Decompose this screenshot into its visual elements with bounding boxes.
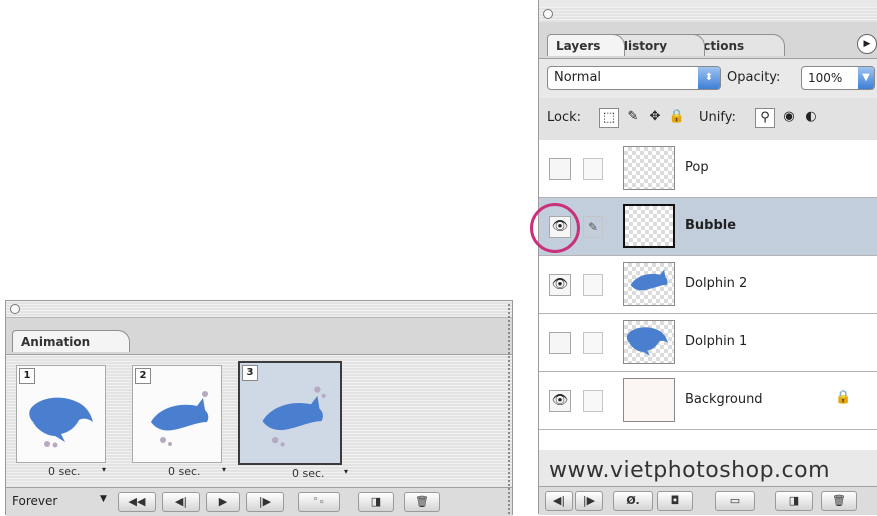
link-toggle[interactable] xyxy=(583,158,603,180)
unify-visibility-icon[interactable]: ◉ xyxy=(779,108,799,128)
link-toggle[interactable] xyxy=(583,274,603,296)
layer-thumbnail xyxy=(623,378,675,422)
next-frame-icon[interactable]: |▶ xyxy=(246,492,284,512)
layer-name: Dolphin 2 xyxy=(685,276,748,291)
link-toggle[interactable] xyxy=(583,390,603,412)
animation-frame-1[interactable]: 1 xyxy=(16,365,106,463)
lock-position-icon[interactable]: ✥ xyxy=(645,108,665,128)
opacity-label: Opacity: xyxy=(727,70,781,85)
lock-transparency-icon[interactable]: ⬚ xyxy=(599,108,619,128)
opacity-field[interactable]: 100% ▼ xyxy=(801,66,875,90)
layer-row-background[interactable]: 👁 Background 🔒 xyxy=(539,372,877,430)
chevron-down-icon: ▼ xyxy=(858,67,874,89)
layer-row-dolphin-2[interactable]: 👁 Dolphin 2 xyxy=(539,256,877,314)
tween-icon[interactable]: °∘ xyxy=(298,492,340,512)
lock-row: Lock: ⬚ ✎ ✥ 🔒 Unify: ⚲ ◉ ◐ xyxy=(539,98,877,141)
lock-label: Lock: xyxy=(547,110,582,125)
blend-mode-value: Normal xyxy=(554,70,602,85)
new-layer-icon[interactable]: ◨ xyxy=(775,491,813,511)
layer-thumbnail xyxy=(623,320,675,364)
dropdown-arrow-icon[interactable]: ▾ xyxy=(102,465,106,474)
palette-menu-icon[interactable]: ▶ xyxy=(857,34,877,54)
dropdown-arrow-icon[interactable]: ▾ xyxy=(344,467,348,476)
highlight-circle xyxy=(530,203,580,253)
first-frame-icon[interactable]: ◀◀ xyxy=(118,492,156,512)
trash-icon[interactable]: 🗑 xyxy=(821,491,857,511)
panel-edge xyxy=(508,304,510,514)
visibility-toggle[interactable] xyxy=(549,332,571,354)
blend-row: Normal ⬍ Opacity: 100% ▼ xyxy=(539,58,877,94)
brush-icon[interactable]: ✎ xyxy=(583,216,603,238)
lock-image-icon[interactable]: ✎ xyxy=(623,108,643,128)
layer-style-icon[interactable]: Ø. xyxy=(613,491,653,511)
layer-mask-icon[interactable]: ◘ xyxy=(657,491,693,511)
dolphin-thumbnail xyxy=(262,386,326,447)
play-icon[interactable]: ▶ xyxy=(206,492,240,512)
dolphin-thumbnail xyxy=(29,397,93,448)
dropdown-arrow-icon[interactable]: ▾ xyxy=(222,465,226,474)
frame-delay[interactable]: 0 sec. xyxy=(168,465,201,478)
dolphin-thumbnail xyxy=(151,391,209,446)
unify-style-icon[interactable]: ◐ xyxy=(801,108,821,128)
loop-option[interactable]: Forever xyxy=(12,494,57,508)
previous-frame-icon[interactable]: ◀| xyxy=(162,492,200,512)
dolphin-thumbnail xyxy=(630,269,668,291)
layer-thumbnail xyxy=(623,204,675,248)
layers-title-bar[interactable] xyxy=(539,7,877,22)
frame-number: 1 xyxy=(19,368,35,384)
tab-layers[interactable]: Layers xyxy=(547,34,625,56)
visibility-toggle[interactable] xyxy=(549,158,571,180)
animation-palette: Animation 1 0 sec. ▾ 2 0 sec. ▾ 3 0 sec.… xyxy=(5,300,513,516)
chevron-updown-icon: ⬍ xyxy=(698,67,720,89)
layer-name: Background xyxy=(685,392,763,407)
frame-number: 2 xyxy=(135,368,151,384)
opacity-value: 100% xyxy=(808,71,843,85)
layer-row-bubble[interactable]: 👁 ✎ Bubble xyxy=(539,198,877,256)
chevron-down-icon[interactable]: ▼ xyxy=(100,494,107,504)
frame-delay[interactable]: 0 sec. xyxy=(48,465,81,478)
trash-icon[interactable]: 🗑 xyxy=(404,492,440,512)
watermark: www.vietphotoshop.com xyxy=(549,458,831,483)
layers-toolbar: ◀| |▶ Ø. ◘ ▭ ◨ 🗑 xyxy=(539,486,877,515)
animation-frame-3[interactable]: 3 xyxy=(238,361,342,465)
layer-name: Bubble xyxy=(685,218,737,233)
duplicate-frame-icon[interactable]: ◨ xyxy=(358,492,394,512)
lock-icon: 🔒 xyxy=(835,390,852,405)
frames-area: 1 0 sec. ▾ 2 0 sec. ▾ 3 0 sec. ▾ xyxy=(6,355,512,483)
close-icon[interactable] xyxy=(10,304,20,314)
next-frame-icon[interactable]: |▶ xyxy=(575,491,603,511)
layer-thumbnail xyxy=(623,146,675,190)
animation-frame-2[interactable]: 2 xyxy=(132,365,222,463)
new-group-icon[interactable]: ▭ xyxy=(715,491,755,511)
eye-icon[interactable]: 👁 xyxy=(549,274,571,296)
animation-toolbar: Forever ▼ ◀◀ ◀| ▶ |▶ °∘ ◨ 🗑 xyxy=(6,487,512,516)
tab-animation[interactable]: Animation xyxy=(12,330,130,352)
lock-all-icon[interactable]: 🔒 xyxy=(667,108,687,128)
dolphin-thumbnail xyxy=(626,327,668,356)
link-toggle[interactable] xyxy=(583,332,603,354)
layers-tab-bar: Actions History Layers ▶ xyxy=(539,22,877,59)
layer-thumbnail xyxy=(623,262,675,306)
animation-tab-bar: Animation xyxy=(6,318,512,355)
layer-name: Pop xyxy=(685,160,709,175)
close-icon[interactable] xyxy=(543,9,553,19)
frame-delay[interactable]: 0 sec. xyxy=(292,467,325,480)
layer-row-pop[interactable]: Pop xyxy=(539,140,877,198)
previous-frame-icon[interactable]: ◀| xyxy=(545,491,573,511)
unify-position-icon[interactable]: ⚲ xyxy=(755,108,775,128)
layers-palette: Actions History Layers ▶ Normal ⬍ Opacit… xyxy=(538,0,877,515)
blend-mode-select[interactable]: Normal ⬍ xyxy=(547,66,721,90)
unify-label: Unify: xyxy=(699,110,736,125)
eye-icon[interactable]: 👁 xyxy=(549,390,571,412)
layer-name: Dolphin 1 xyxy=(685,334,748,349)
layers-list: Pop 👁 ✎ Bubble 👁 Dolphin 2 Dolphin 1 👁 B… xyxy=(539,140,877,450)
animation-title-bar[interactable] xyxy=(6,301,512,318)
layer-row-dolphin-1[interactable]: Dolphin 1 xyxy=(539,314,877,372)
frame-number: 3 xyxy=(242,365,258,381)
